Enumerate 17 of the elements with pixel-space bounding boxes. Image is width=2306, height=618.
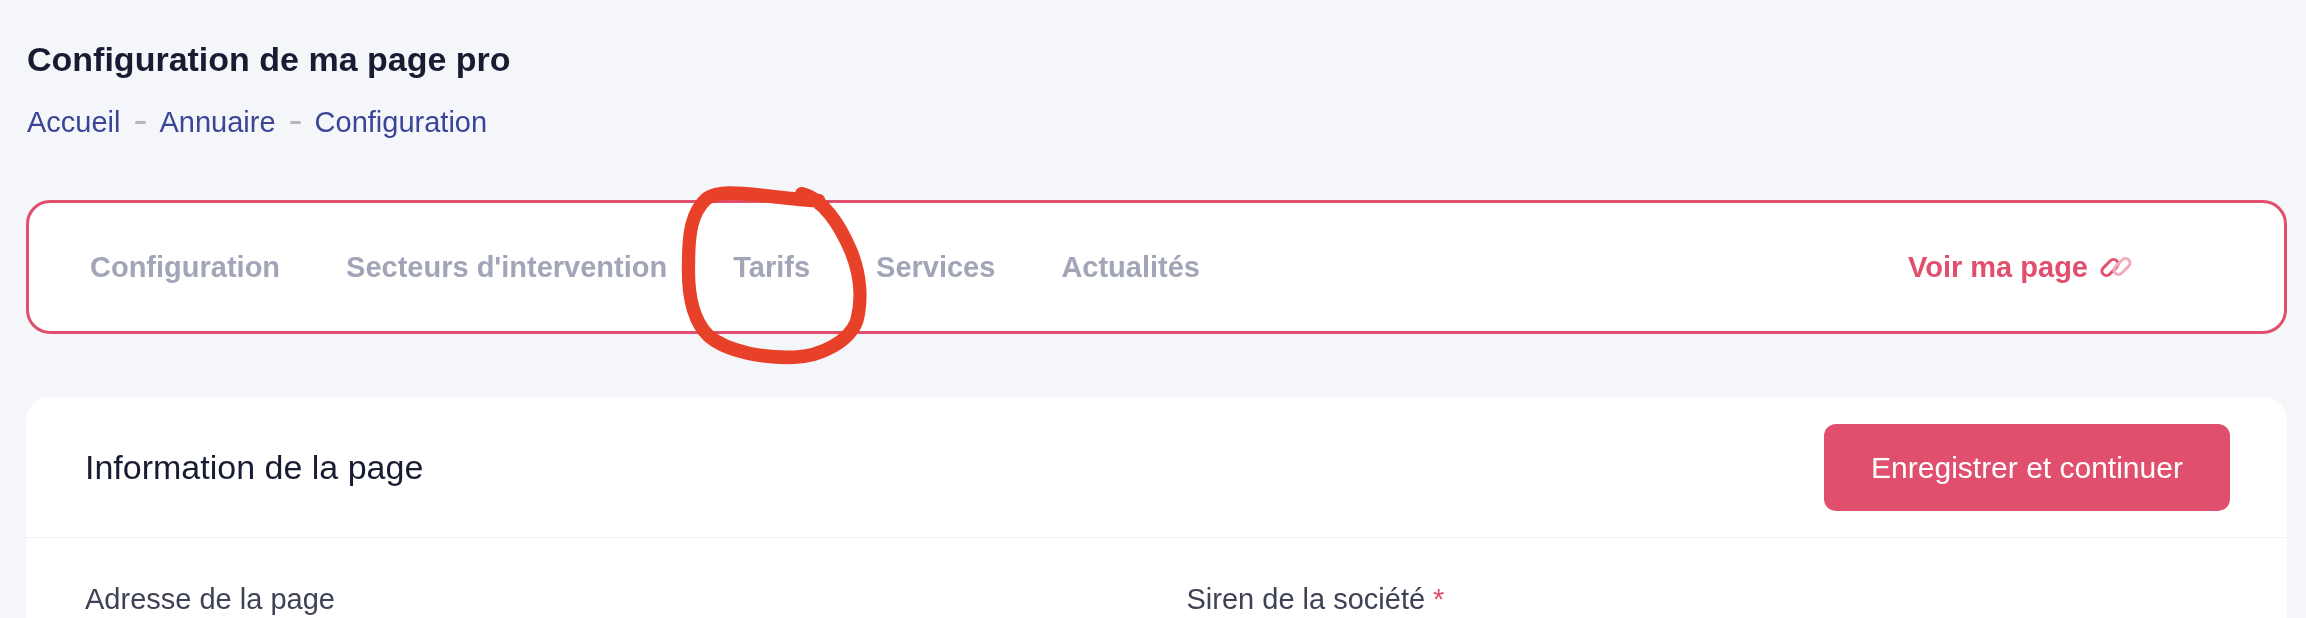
save-button[interactable]: Enregistrer et continuer <box>1824 423 2230 511</box>
page-title: Configuration de ma page pro <box>26 40 512 78</box>
field-label: Adresse de la page <box>85 582 335 616</box>
tab[interactable]: Actualités <box>1061 250 1200 284</box>
breadcrumb-link[interactable]: Configuration <box>314 104 488 140</box>
view-page-link[interactable]: Voir ma page <box>1908 250 2088 284</box>
breadcrumb-separator <box>134 120 146 124</box>
tab[interactable]: Secteurs d'intervention <box>346 250 668 284</box>
breadcrumb-link[interactable]: Accueil <box>27 104 121 140</box>
field-label: Siren de la société <box>1186 582 1426 616</box>
required-mark: * <box>1433 582 1445 616</box>
card-title: Information de la page <box>85 447 424 487</box>
breadcrumb-separator <box>289 120 301 124</box>
breadcrumb-link[interactable]: Annuaire <box>159 104 276 140</box>
tab[interactable]: Services <box>876 250 996 284</box>
tab[interactable]: Tarifs <box>733 250 811 284</box>
tab[interactable]: Configuration <box>90 250 281 284</box>
